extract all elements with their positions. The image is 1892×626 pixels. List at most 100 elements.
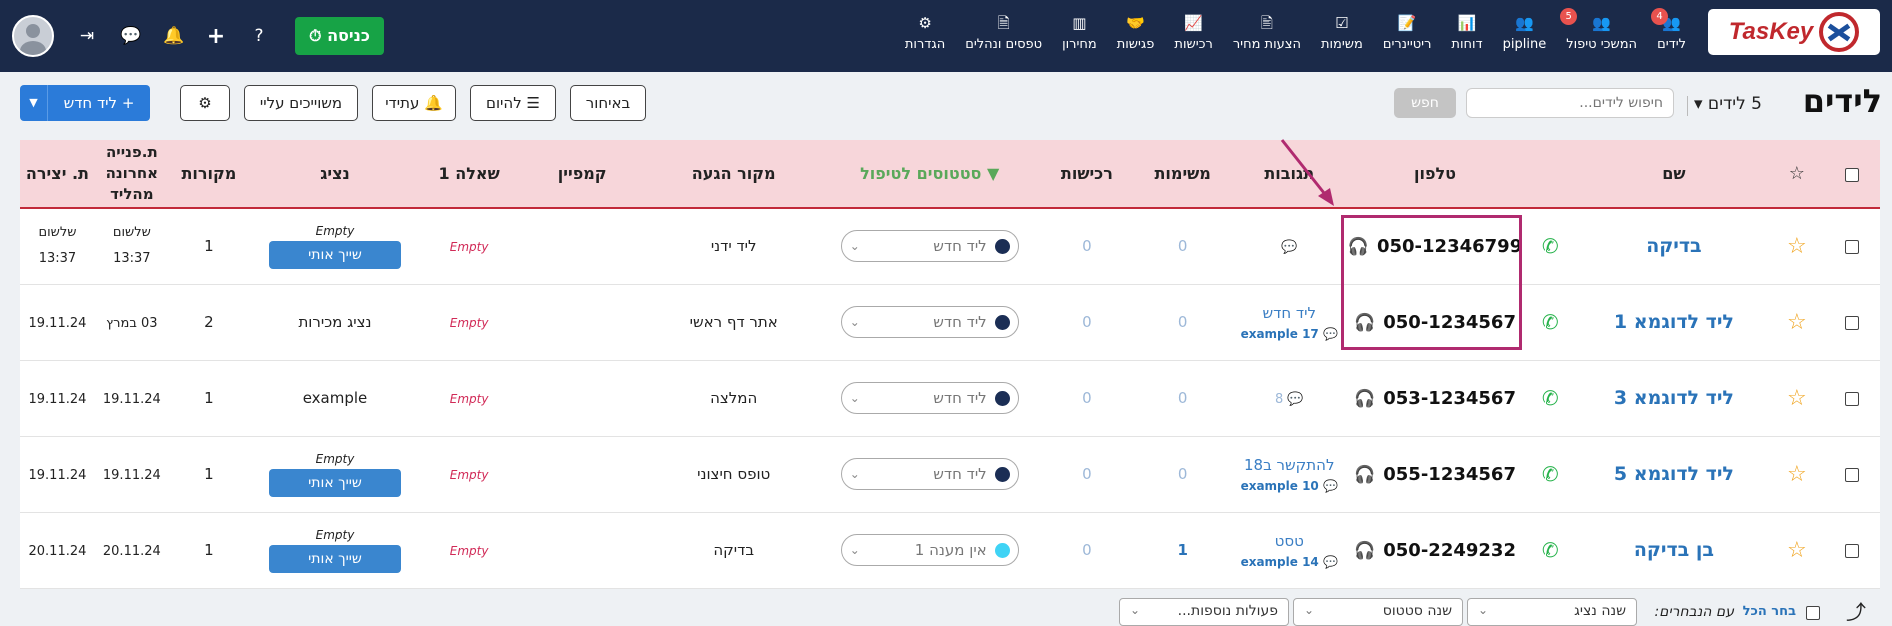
headphones-icon[interactable]: 🎧 bbox=[1354, 465, 1375, 485]
nav-item-6[interactable]: 🖹 הצעות מחיר bbox=[1223, 0, 1311, 72]
select-all-link[interactable]: בחר הכל bbox=[1743, 604, 1796, 619]
nav-item-10[interactable]: 🗎 טפסים ונהלים bbox=[955, 0, 1052, 72]
row-favorite[interactable]: ☆ bbox=[1769, 436, 1825, 513]
status-select[interactable]: ליד חדש ⌄ bbox=[840, 458, 1019, 490]
assign-me-button[interactable]: שייך אותי bbox=[269, 544, 401, 573]
status-select[interactable]: ליד חדש ⌄ bbox=[840, 230, 1019, 263]
headphones-icon[interactable]: 🎧 bbox=[1354, 389, 1375, 409]
nav-item-4[interactable]: 📝 ריטיינרים bbox=[1373, 0, 1442, 72]
assign-me-button[interactable]: שייך אותי bbox=[269, 468, 401, 497]
nav-item-11[interactable]: ⚙ הגדרות bbox=[895, 0, 955, 72]
nav-item-2[interactable]: 👥 pipline bbox=[1493, 0, 1557, 72]
row-select[interactable] bbox=[1824, 436, 1880, 513]
col-created[interactable]: ת. יצירה bbox=[20, 140, 95, 209]
tasks-cell[interactable]: 0 bbox=[1134, 360, 1231, 437]
table-row[interactable]: ☆ בן בדיקה ✆ 050-2249232 🎧 טסט 💬 example 1… bbox=[20, 512, 1880, 589]
nav-item-3[interactable]: 📊 דוחות bbox=[1441, 0, 1492, 72]
status-select[interactable]: ליד חדש ⌄ bbox=[840, 306, 1019, 338]
search-button[interactable]: חפש bbox=[1394, 88, 1456, 118]
whatsapp-icon[interactable]: ✆ bbox=[1542, 386, 1559, 410]
nav-item-7[interactable]: 📈 רכישות bbox=[1164, 0, 1222, 72]
nav-item-0[interactable]: 👥 לידים 4 bbox=[1647, 0, 1696, 72]
whatsapp-cell[interactable]: ✆ bbox=[1522, 360, 1579, 437]
checkbox[interactable] bbox=[1845, 239, 1860, 254]
purchases-cell[interactable]: 0 bbox=[1039, 360, 1135, 437]
col-status[interactable]: ▼ סטטוסים לטיפול bbox=[820, 140, 1040, 209]
tasks-cell[interactable]: 1 bbox=[1134, 512, 1231, 589]
whatsapp-icon[interactable]: ✆ bbox=[1542, 462, 1559, 486]
col-phone[interactable]: טלפון bbox=[1347, 140, 1523, 209]
enter-button[interactable]: ⏱ כניסה bbox=[295, 17, 384, 55]
logout-icon[interactable]: ⇥ bbox=[77, 26, 97, 46]
col-purchases[interactable]: רכישות bbox=[1039, 140, 1135, 209]
table-row[interactable]: ☆ ליד לדוגמא 5 ✆ 055-1234567 🎧 להתקשר ב18… bbox=[20, 436, 1880, 513]
col-tasks[interactable]: משימות bbox=[1134, 140, 1231, 209]
lead-name-cell[interactable]: ליד לדוגמא 3 bbox=[1578, 360, 1770, 437]
purchases-count[interactable]: 0 bbox=[1082, 541, 1092, 559]
lead-name-cell[interactable]: בן בדיקה bbox=[1578, 512, 1770, 589]
phone-number[interactable]: 050-2249232 🎧 bbox=[1354, 540, 1516, 561]
comment-link[interactable]: 💬 example 17 bbox=[1231, 327, 1348, 341]
search-input[interactable] bbox=[1466, 88, 1674, 118]
tag-label[interactable]: להתקשר ב18 bbox=[1231, 456, 1348, 474]
tag-label[interactable]: טסט bbox=[1231, 532, 1348, 550]
bell-icon[interactable]: 🔔 bbox=[163, 26, 184, 46]
phone-cell[interactable]: 055-1234567 🎧 bbox=[1347, 436, 1523, 513]
lead-name-link[interactable]: ליד לדוגמא 1 bbox=[1614, 311, 1734, 333]
headphones-icon[interactable]: 🎧 bbox=[1354, 541, 1375, 561]
star-outline-icon[interactable]: ☆ bbox=[1787, 538, 1807, 563]
whatsapp-icon[interactable]: ✆ bbox=[1542, 234, 1559, 258]
tasks-count[interactable]: 0 bbox=[1178, 237, 1188, 255]
chat-icon[interactable]: 💬 bbox=[120, 26, 141, 46]
comment-icon[interactable]: 💬 bbox=[1281, 240, 1297, 255]
status-select[interactable]: אין מענה 1 ⌄ bbox=[840, 534, 1019, 566]
chevron-down-icon[interactable]: ▼ bbox=[20, 85, 48, 121]
table-row[interactable]: ☆ ליד לדוגמא 3 ✆ 053-1234567 🎧 💬 8 0 0 לי… bbox=[20, 360, 1880, 437]
col-sources[interactable]: מקורות bbox=[168, 140, 249, 209]
checkbox[interactable] bbox=[1845, 315, 1860, 330]
sort-arrow-icon[interactable]: ⤴ bbox=[1846, 596, 1866, 625]
purchases-cell[interactable]: 0 bbox=[1039, 208, 1135, 285]
lead-name-link[interactable]: בדיקה bbox=[1646, 235, 1701, 257]
star-outline-icon[interactable]: ☆ bbox=[1787, 386, 1807, 411]
purchases-cell[interactable]: 0 bbox=[1039, 284, 1135, 361]
row-select[interactable] bbox=[1824, 360, 1880, 437]
checkbox[interactable] bbox=[1845, 467, 1860, 482]
tag-label[interactable]: ליד חדש bbox=[1231, 304, 1348, 322]
comment-link[interactable]: 💬 example 14 bbox=[1231, 555, 1348, 569]
purchases-cell[interactable]: 0 bbox=[1039, 436, 1135, 513]
whatsapp-icon[interactable]: ✆ bbox=[1542, 538, 1559, 562]
new-lead-button[interactable]: ▼ + ליד חדש bbox=[20, 85, 150, 121]
filter-mine-button[interactable]: משוייכים עליי bbox=[244, 85, 358, 121]
row-select[interactable] bbox=[1824, 284, 1880, 361]
nav-item-5[interactable]: ☑ משימות bbox=[1311, 0, 1373, 72]
col-campaign[interactable]: קמפיין bbox=[517, 140, 648, 209]
col-agent[interactable]: נציג bbox=[249, 140, 421, 209]
select-all-header[interactable] bbox=[1824, 140, 1880, 209]
star-outline-icon[interactable]: ☆ bbox=[1787, 310, 1807, 335]
tasks-cell[interactable]: 0 bbox=[1134, 436, 1231, 513]
phone-number[interactable]: 053-1234567 🎧 bbox=[1354, 388, 1516, 409]
phone-number[interactable]: 055-1234567 🎧 bbox=[1354, 464, 1516, 485]
tasks-count[interactable]: 0 bbox=[1178, 389, 1188, 407]
assign-me-button[interactable]: שייך אותי bbox=[269, 240, 401, 269]
star-outline-icon[interactable]: ☆ bbox=[1787, 234, 1807, 259]
phone-cell[interactable]: 050-2249232 🎧 bbox=[1347, 512, 1523, 589]
star-outline-icon[interactable]: ☆ bbox=[1787, 462, 1807, 487]
col-question[interactable]: שאלה 1 bbox=[421, 140, 518, 209]
status-select[interactable]: ליד חדש ⌄ bbox=[840, 382, 1019, 414]
select-all-checkbox[interactable] bbox=[1806, 606, 1820, 620]
row-select[interactable] bbox=[1824, 512, 1880, 589]
lead-name-cell[interactable]: ליד לדוגמא 1 bbox=[1578, 284, 1770, 361]
table-row[interactable]: ☆ ליד לדוגמא 1 ✆ 050-1234567🎧 ליד חדש 💬 e… bbox=[20, 284, 1880, 361]
row-favorite[interactable]: ☆ bbox=[1769, 512, 1825, 589]
whatsapp-icon[interactable]: ✆ bbox=[1542, 310, 1559, 334]
filter-future-button[interactable]: 🔔 עתידי bbox=[372, 85, 456, 121]
comment-link[interactable]: 💬 example 10 bbox=[1231, 479, 1348, 493]
nav-item-1[interactable]: 👥 המשכי טיפול 5 bbox=[1556, 0, 1647, 72]
purchases-cell[interactable]: 0 bbox=[1039, 512, 1135, 589]
tasks-count[interactable]: 1 bbox=[1177, 541, 1187, 559]
lead-name-cell[interactable]: ליד לדוגמא 5 bbox=[1578, 436, 1770, 513]
tasks-count[interactable]: 0 bbox=[1178, 313, 1188, 331]
row-favorite[interactable]: ☆ bbox=[1769, 208, 1825, 285]
